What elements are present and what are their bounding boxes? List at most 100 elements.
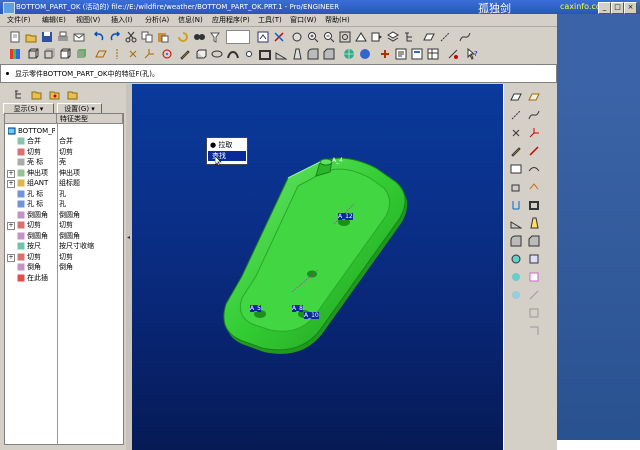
extrude-tool-icon[interactable]: [509, 180, 523, 194]
hidden-line-icon[interactable]: [42, 47, 56, 61]
context-help-icon[interactable]: ?: [466, 47, 480, 61]
mirror-tool-icon[interactable]: [527, 270, 541, 284]
tree-row[interactable]: 按尺 按尺寸收缩: [5, 241, 123, 251]
sweep-tool-icon[interactable]: [509, 252, 523, 266]
annotation-icon[interactable]: [509, 162, 523, 176]
spin-center-toggle-icon[interactable]: [160, 47, 174, 61]
expand-toggle-icon[interactable]: +: [7, 253, 15, 262]
shell-icon[interactable]: [258, 47, 272, 61]
wireframe-icon[interactable]: [26, 47, 40, 61]
folder-browser-tab-icon[interactable]: [30, 88, 43, 101]
pen-tool-icon[interactable]: [527, 144, 541, 158]
globe-icon[interactable]: [342, 47, 356, 61]
view-manager-icon[interactable]: [370, 30, 384, 44]
sketch-icon[interactable]: [178, 47, 192, 61]
part-model[interactable]: [132, 84, 503, 450]
tree-row[interactable]: + 切剪 切剪: [5, 252, 123, 262]
revolve-icon[interactable]: [210, 47, 224, 61]
trim-tool-icon[interactable]: [527, 288, 541, 302]
family-table-icon[interactable]: [426, 47, 440, 61]
graphics-window[interactable]: A_4 A_12 A_5 A_8 A_10: [132, 84, 503, 450]
hole-icon[interactable]: [242, 47, 256, 61]
copy-icon[interactable]: [140, 30, 154, 44]
model-tree-icon[interactable]: [402, 30, 416, 44]
tree-row[interactable]: 孔 标孔: [5, 189, 123, 199]
datum-curve-icon[interactable]: [458, 30, 472, 44]
find-icon[interactable]: [192, 30, 206, 44]
expand-toggle-icon[interactable]: +: [7, 180, 15, 188]
merge-tool-icon[interactable]: [509, 288, 523, 302]
expand-toggle-icon[interactable]: +: [7, 222, 15, 230]
context-menu-item-find[interactable]: 查找: [208, 151, 246, 161]
shading-icon[interactable]: [74, 47, 88, 61]
menu-analysis[interactable]: 分析(A): [145, 15, 169, 25]
filter-dropdown[interactable]: [226, 30, 250, 44]
color-appearance-icon[interactable]: [8, 47, 22, 61]
menu-file[interactable]: 文件(F): [7, 15, 31, 25]
datum-planes-toggle-icon[interactable]: [94, 47, 108, 61]
browser-icon[interactable]: [358, 47, 372, 61]
print-icon[interactable]: [56, 30, 70, 44]
tree-name-header[interactable]: [5, 114, 57, 124]
open-icon[interactable]: [24, 30, 38, 44]
tree-row[interactable]: + 组ANT 组标题: [5, 178, 123, 188]
minimize-button[interactable]: _: [598, 2, 611, 14]
chamfer-icon[interactable]: [322, 47, 336, 61]
zoom-out-icon[interactable]: [322, 30, 336, 44]
blend-tool-icon[interactable]: [527, 252, 541, 266]
offset-tool-icon[interactable]: [527, 324, 541, 338]
cut-icon[interactable]: [124, 30, 138, 44]
model-tree[interactable]: 特征类型 BOTTOM_PA 合并合并切剪切剪壳 标壳+伸出项伸出项+组ANT组…: [4, 113, 124, 445]
no-hidden-icon[interactable]: [58, 47, 72, 61]
spin-center-icon[interactable]: [272, 30, 286, 44]
tree-row[interactable]: 壳 标壳: [5, 157, 123, 167]
shell-tool-icon[interactable]: [527, 198, 541, 212]
menu-info[interactable]: 信息(N): [178, 15, 203, 25]
tree-row[interactable]: + 伸出项 伸出项: [5, 168, 123, 178]
context-menu-item-pull[interactable]: ● 拉取: [210, 140, 232, 150]
regenerate-icon[interactable]: [176, 30, 190, 44]
menu-view[interactable]: 视图(V): [76, 15, 100, 25]
rib-icon[interactable]: [274, 47, 288, 61]
datum-plane-offset-icon[interactable]: [527, 90, 541, 104]
expand-toggle-icon[interactable]: +: [7, 169, 15, 178]
tree-row[interactable]: + 切剪 切剪: [5, 220, 123, 230]
repaint-icon[interactable]: [256, 30, 270, 44]
email-icon[interactable]: [72, 30, 86, 44]
datum-axes-toggle-icon[interactable]: [110, 47, 124, 61]
relations-icon[interactable]: [394, 47, 408, 61]
hole-tool-icon[interactable]: [509, 198, 523, 212]
tree-row[interactable]: 切剪 切剪: [5, 147, 123, 157]
sweep-icon[interactable]: [226, 47, 240, 61]
round-icon[interactable]: [306, 47, 320, 61]
extrude-icon[interactable]: [194, 47, 208, 61]
splitter-arrow-icon[interactable]: ◂: [127, 234, 130, 241]
save-icon[interactable]: [40, 30, 54, 44]
saved-views-icon[interactable]: [354, 30, 368, 44]
draft-icon[interactable]: [290, 47, 304, 61]
parameters-icon[interactable]: [410, 47, 424, 61]
connections-tab-icon[interactable]: [66, 88, 79, 101]
redo-icon[interactable]: [108, 30, 122, 44]
menu-tools[interactable]: 工具(T): [258, 15, 282, 25]
orient-icon[interactable]: [290, 30, 304, 44]
round-tool-icon[interactable]: [509, 234, 523, 248]
csys-toggle-icon[interactable]: [142, 47, 156, 61]
datum-point-tool-icon[interactable]: [509, 126, 523, 140]
tree-row[interactable]: 倒角 倒角: [5, 262, 123, 272]
pattern-tool-icon[interactable]: [509, 270, 523, 284]
tree-row[interactable]: 倒圆角 倒圆角: [5, 231, 123, 241]
rib-tool-icon[interactable]: [509, 216, 523, 230]
datum-axis-tool-icon[interactable]: [509, 108, 523, 122]
menu-edit[interactable]: 编辑(E): [42, 15, 66, 25]
select-filter-icon[interactable]: [208, 30, 222, 44]
csys-tool-icon[interactable]: [527, 126, 541, 140]
datum-plane-tool-icon[interactable]: [509, 90, 523, 104]
datum-points-toggle-icon[interactable]: [126, 47, 140, 61]
undo-icon[interactable]: [92, 30, 106, 44]
extend-tool-icon[interactable]: [527, 306, 541, 320]
tree-row[interactable]: 孔 标孔: [5, 199, 123, 209]
tree-root[interactable]: BOTTOM_PA: [5, 126, 123, 136]
draft-tool-icon[interactable]: [527, 216, 541, 230]
zoom-in-icon[interactable]: [306, 30, 320, 44]
